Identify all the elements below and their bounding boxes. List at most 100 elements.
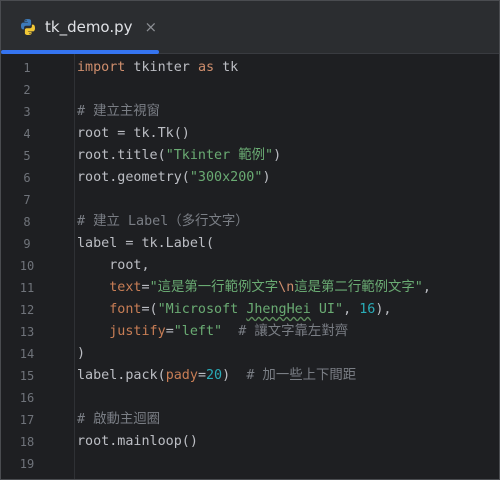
code-token: # 加一些上下間距 <box>246 368 357 383</box>
code-line[interactable]: 19 <box>1 453 499 475</box>
tab-bar: tk_demo.py × <box>1 1 499 54</box>
line-number: 19 <box>19 457 35 471</box>
code-token: as <box>197 60 215 75</box>
code-token: "Microsoft <box>157 302 247 317</box>
line-number: 17 <box>19 413 35 427</box>
code-token: label = tk.Label( <box>77 236 215 251</box>
line-number: 18 <box>19 435 35 449</box>
line-number: 10 <box>19 259 35 273</box>
line-number: 11 <box>19 281 35 295</box>
code-token: "left" <box>173 324 223 339</box>
code-token: , <box>343 302 360 317</box>
tab-label: tk_demo.py <box>45 18 133 36</box>
code-line[interactable]: 15 label.pack(pady=20) # 加一些上下間距 <box>1 365 499 387</box>
code-line[interactable]: 10 root, <box>1 255 499 277</box>
line-number: 14 <box>19 347 35 361</box>
line-number: 6 <box>23 171 31 185</box>
code-text: justify="left" # 讓文字靠左對齊 <box>77 321 348 343</box>
code-line[interactable]: 11 text="這是第一行範例文字\n這是第二行範例文字", <box>1 277 499 299</box>
code-token: 20 <box>206 368 223 383</box>
code-line[interactable]: 7 <box>1 189 499 211</box>
code-token: "Tkinter 範例" <box>165 148 274 163</box>
code-line[interactable]: 16 <box>1 387 499 409</box>
code-token: text <box>77 280 142 295</box>
close-icon[interactable]: × <box>145 19 158 35</box>
line-number: 5 <box>23 149 31 163</box>
code-token: 這是第二行範例文字" <box>294 280 423 295</box>
code-text: # 啟動主迴圈 <box>77 409 160 431</box>
code-text: # 建立主視窗 <box>77 101 160 123</box>
code-text: root, <box>77 255 150 277</box>
code-token: = <box>165 324 174 339</box>
line-number: 4 <box>23 127 31 141</box>
code-editor[interactable]: 1 import tkinter as tk 2 3 # 建立主視窗 4 root = tk… <box>1 54 499 479</box>
code-token: = <box>197 368 206 383</box>
editor-window: tk_demo.py × 1 import tkinter as tk 2 3 # 建立… <box>0 0 500 480</box>
code-token: # 啟動主迴圈 <box>77 412 161 427</box>
code-token: root, <box>77 258 150 273</box>
code-line[interactable]: 13 justify="left" # 讓文字靠左對齊 <box>1 321 499 343</box>
line-number: 15 <box>19 369 35 383</box>
tab-tk-demo[interactable]: tk_demo.py × <box>1 1 159 54</box>
code-line[interactable]: 12 font=("Microsoft JhengHei UI", 16), <box>1 299 499 321</box>
code-token: UI" <box>310 302 344 317</box>
code-text: font=("Microsoft JhengHei UI", 16), <box>77 299 391 321</box>
code-line[interactable]: 1 import tkinter as tk <box>1 57 499 79</box>
code-token: root.title( <box>77 148 166 163</box>
code-token: font <box>77 302 142 317</box>
code-line[interactable]: 9 label = tk.Label( <box>1 233 499 255</box>
code-token: 16 <box>359 302 376 317</box>
line-number: 3 <box>23 105 31 119</box>
code-token: JhengHei <box>246 302 311 317</box>
code-text: import tkinter as tk <box>77 57 238 79</box>
code-token: , <box>422 280 431 295</box>
code-line[interactable]: 18 root.mainloop() <box>1 431 499 453</box>
code-token: ) <box>77 346 86 361</box>
line-number: 2 <box>23 83 31 97</box>
code-token: ) <box>273 148 282 163</box>
line-number: 9 <box>23 237 31 251</box>
code-token: label.pack( <box>77 368 166 383</box>
code-text: root = tk.Tk() <box>77 123 190 145</box>
code-token: pady <box>165 368 198 383</box>
code-text: label.pack(pady=20) # 加一些上下間距 <box>77 365 356 387</box>
code-token: tk <box>214 60 239 75</box>
code-token: root.geometry( <box>77 170 190 185</box>
code-text: root.mainloop() <box>77 431 198 453</box>
code-line[interactable]: 6 root.geometry("300x200") <box>1 167 499 189</box>
code-line[interactable]: 2 <box>1 79 499 101</box>
code-token: = <box>141 280 150 295</box>
code-token: root = tk.Tk() <box>77 126 190 141</box>
code-text: root.title("Tkinter 範例") <box>77 145 281 167</box>
line-number: 12 <box>19 303 35 317</box>
code-token: "這是第一行範例文字 <box>149 280 279 295</box>
code-token: =( <box>141 302 158 317</box>
line-number: 8 <box>23 215 31 229</box>
code-token: # 讓文字靠左對齊 <box>238 324 349 339</box>
code-token: \n <box>278 280 295 295</box>
code-token: "300x200" <box>189 170 263 185</box>
line-number: 1 <box>23 61 31 75</box>
code-token: import <box>77 60 126 75</box>
code-text: label = tk.Label( <box>77 233 214 255</box>
code-line[interactable]: 4 root = tk.Tk() <box>1 123 499 145</box>
code-token: # 建立 Label（多行文字） <box>77 214 249 229</box>
code-token: justify <box>77 324 166 339</box>
code-line[interactable]: 5 root.title("Tkinter 範例") <box>1 145 499 167</box>
code-token: tkinter <box>125 60 198 75</box>
line-number: 7 <box>23 193 31 207</box>
code-text: root.geometry("300x200") <box>77 167 271 189</box>
code-line[interactable]: 14) <box>1 343 499 365</box>
code-line[interactable]: 17 # 啟動主迴圈 <box>1 409 499 431</box>
code-line[interactable]: 3 # 建立主視窗 <box>1 101 499 123</box>
code-token: # 建立主視窗 <box>77 104 161 119</box>
code-token: ) <box>222 368 247 383</box>
line-number: 16 <box>19 391 35 405</box>
code-text: # 建立 Label（多行文字） <box>77 211 249 233</box>
code-token: root.mainloop() <box>77 434 198 449</box>
line-number: 13 <box>19 325 35 339</box>
code-token: ) <box>262 170 271 185</box>
code-line[interactable]: 8 # 建立 Label（多行文字） <box>1 211 499 233</box>
code-text: text="這是第一行範例文字\n這是第二行範例文字", <box>77 277 431 299</box>
